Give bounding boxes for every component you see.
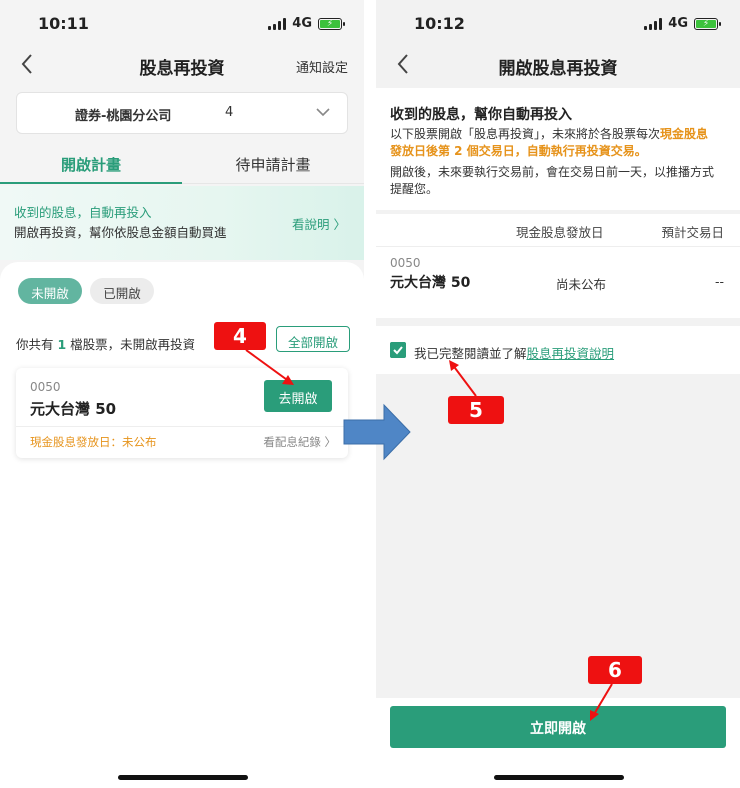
see-explanation-link[interactable]: 看說明 〉 (292, 214, 346, 233)
table-divider (376, 246, 740, 247)
stock-table: 現金股息發放日 預計交易日 0050 元大台灣 50 尚未公布 -- (376, 214, 740, 318)
home-indicator (118, 775, 248, 780)
plan-tabs: 開啟計畫 待申請計畫 (0, 142, 364, 184)
count-suffix: 檔股票，未開啟再投資 (66, 337, 196, 352)
promo-headline: 收到的股息，自動再投入 (14, 205, 152, 220)
promo-banner: 收到的股息，自動再投入 開啟再投資，幫你依股息金額自動買進 看說明 〉 (0, 186, 364, 260)
tab-pending-plan[interactable]: 待申請計畫 (182, 142, 364, 184)
column-header-pay-date: 現金股息發放日 (516, 225, 604, 240)
nav-bar: 開啟股息再投資 (376, 44, 740, 86)
stock-code: 0050 (390, 256, 421, 270)
home-indicator (494, 775, 624, 780)
count-number: 1 (57, 337, 67, 352)
bottom-bar: 立即開啟 (376, 698, 740, 788)
step-6-badge: 6 (588, 656, 642, 684)
agreement-text: 我已完整閱讀並了解股息再投資說明 (414, 343, 614, 362)
column-header-trade-date: 預計交易日 (661, 225, 724, 240)
agreement-row: 我已完整閱讀並了解股息再投資說明 (376, 326, 740, 374)
account-number: 4 (225, 105, 234, 120)
network-label: 4G (668, 16, 688, 31)
signal-icon (268, 17, 287, 30)
trade-date-value: -- (714, 274, 724, 289)
intro-text: 以下股票開啟「股息再投資」，未來將於各股票每次 (390, 127, 661, 141)
dividend-date-label: 現金股息發放日：未公布 (30, 435, 157, 449)
card-divider (16, 426, 348, 427)
filter-not-enabled[interactable]: 未開啟 (18, 278, 82, 304)
intro-section: 收到的股息，幫你自動再投入 以下股票開啟「股息再投資」，未來將於各股票每次現金股… (376, 88, 740, 210)
agreement-checkbox[interactable] (390, 342, 406, 358)
status-icons: 4G ⚡ (644, 16, 721, 31)
see-explanation-label: 看說明 (291, 217, 330, 232)
page-title: 開啟股息再投資 (498, 59, 618, 79)
notification-settings-link[interactable]: 通知設定 (296, 57, 348, 76)
network-label: 4G (292, 16, 312, 31)
left-phone-screen: 10:11 4G ⚡ 股息再投資 通知設定 證券-桃園分公司 4 開啟計畫 待申… (0, 0, 364, 788)
agreement-label: 我已完整閱讀並了解 (414, 346, 527, 361)
status-bar: 10:11 4G ⚡ (0, 0, 364, 44)
dividend-history-link[interactable]: 看配息紀錄 〉 (263, 434, 336, 450)
stock-name: 元大台灣 50 (390, 275, 471, 291)
pay-date-value: 尚未公布 (556, 277, 607, 292)
enable-now-button[interactable]: 立即開啟 (390, 706, 726, 748)
intro-heading: 收到的股息，幫你自動再投入 (390, 107, 572, 123)
battery-icon: ⚡ (694, 17, 721, 30)
stock-name: 元大台灣 50 (30, 400, 117, 418)
chevron-right-icon: 〉 (333, 217, 346, 232)
nav-bar: 股息再投資 通知設定 (0, 44, 364, 86)
promo-description: 開啟再投資，幫你依股息金額自動買進 (14, 225, 227, 240)
intro-reminder: 開啟後，未來要執行交易前，會在交易日前一天，以推播方式提醒您。 (390, 165, 715, 196)
account-selector[interactable]: 證券-桃園分公司 4 (16, 92, 348, 134)
intro-description: 以下股票開啟「股息再投資」，未來將於各股票每次現金股息發放日後第 2 個交易日，… (390, 126, 720, 160)
stock-code: 0050 (30, 380, 61, 394)
chevron-right-icon: 〉 (324, 435, 337, 449)
dividend-reinvest-terms-link[interactable]: 股息再投資說明 (527, 346, 615, 361)
status-icons: 4G ⚡ (268, 16, 345, 31)
stock-card: 0050 元大台灣 50 去開啟 現金股息發放日：未公布 看配息紀錄 〉 (16, 368, 348, 458)
history-label: 看配息紀錄 (263, 435, 321, 449)
stock-list-panel: 未開啟 已開啟 你共有 1 檔股票，未開啟再投資 全部開啟 0050 元大台灣 … (0, 262, 364, 788)
status-bar: 10:12 4G ⚡ (376, 0, 740, 44)
signal-icon (644, 17, 663, 30)
tab-open-plan[interactable]: 開啟計畫 (0, 142, 182, 184)
filter-enabled[interactable]: 已開啟 (90, 278, 154, 304)
chevron-down-icon (316, 108, 330, 117)
account-name: 證券-桃園分公司 (75, 109, 172, 124)
right-phone-screen: 10:12 4G ⚡ 開啟股息再投資 收到的股息，幫你自動再投入 以下股票開啟「… (376, 0, 740, 788)
step-5-badge: 5 (448, 396, 504, 424)
status-time: 10:11 (38, 14, 89, 33)
count-prefix: 你共有 (16, 337, 58, 352)
stock-count-summary: 你共有 1 檔股票，未開啟再投資 (16, 334, 195, 353)
step-4-badge: 4 (214, 322, 266, 350)
go-enable-button[interactable]: 去開啟 (264, 380, 332, 412)
enable-all-button[interactable]: 全部開啟 (276, 326, 350, 352)
status-time: 10:12 (414, 14, 465, 33)
battery-icon: ⚡ (318, 17, 345, 30)
